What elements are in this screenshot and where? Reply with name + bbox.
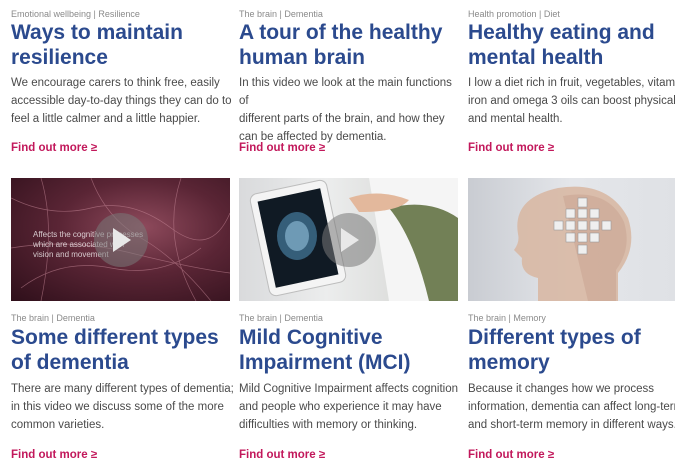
find-out-more-link[interactable]: Find out more ≥ xyxy=(11,449,97,461)
memory-video-thumbnail[interactable] xyxy=(468,178,675,301)
article-card-healthy-eating: Health promotion | Diet Healthy eating a… xyxy=(468,0,675,462)
card-description: We encourage carers to think free, easil… xyxy=(11,77,232,125)
dementia-video-thumbnail[interactable]: Affects the cognitive processes which are… xyxy=(11,178,230,301)
card-category: The brain | Memory xyxy=(468,313,546,323)
card-description: There are many different types of dement… xyxy=(11,383,234,431)
card-title[interactable]: A tour of the healthy human brain xyxy=(239,20,479,70)
head-silhouette-image xyxy=(514,186,632,301)
card-category: Health promotion | Diet xyxy=(468,9,560,19)
card-description: Because it changes how we process informa… xyxy=(468,383,675,431)
find-out-more-link[interactable]: Find out more ≥ xyxy=(239,142,325,154)
card-category: The brain | Dementia xyxy=(239,313,323,323)
card-title[interactable]: Some different types of dementia xyxy=(11,325,251,375)
find-out-more-link[interactable]: Find out more ≥ xyxy=(11,142,97,154)
card-category: The brain | Dementia xyxy=(239,9,323,19)
play-icon xyxy=(340,227,359,252)
play-button[interactable] xyxy=(93,212,148,267)
play-button[interactable] xyxy=(321,212,376,267)
find-out-more-link[interactable]: Find out more ≥ xyxy=(468,142,554,154)
card-category: Emotional wellbeing | Resilience xyxy=(11,9,140,19)
find-out-more-link[interactable]: Find out more ≥ xyxy=(468,449,554,461)
card-description: I low a diet rich in fruit, vegetables, … xyxy=(468,77,675,125)
card-description: In this video we look at the main functi… xyxy=(239,77,452,143)
find-out-more-link[interactable]: Find out more ≥ xyxy=(239,449,325,461)
mci-video-thumbnail[interactable] xyxy=(239,178,458,301)
card-category: The brain | Dementia xyxy=(11,313,95,323)
card-title[interactable]: Different types of memory xyxy=(468,325,675,375)
card-title[interactable]: Ways to maintain resilience xyxy=(11,20,251,70)
article-grid: Emotional wellbeing | Resilience Ways to… xyxy=(0,0,675,462)
card-description: Mild Cognitive Impairment affects cognit… xyxy=(239,383,459,431)
card-title[interactable]: Mild Cognitive Impairment (MCI) xyxy=(239,325,479,375)
play-icon xyxy=(112,227,131,252)
card-title[interactable]: Healthy eating and mental health xyxy=(468,20,675,70)
